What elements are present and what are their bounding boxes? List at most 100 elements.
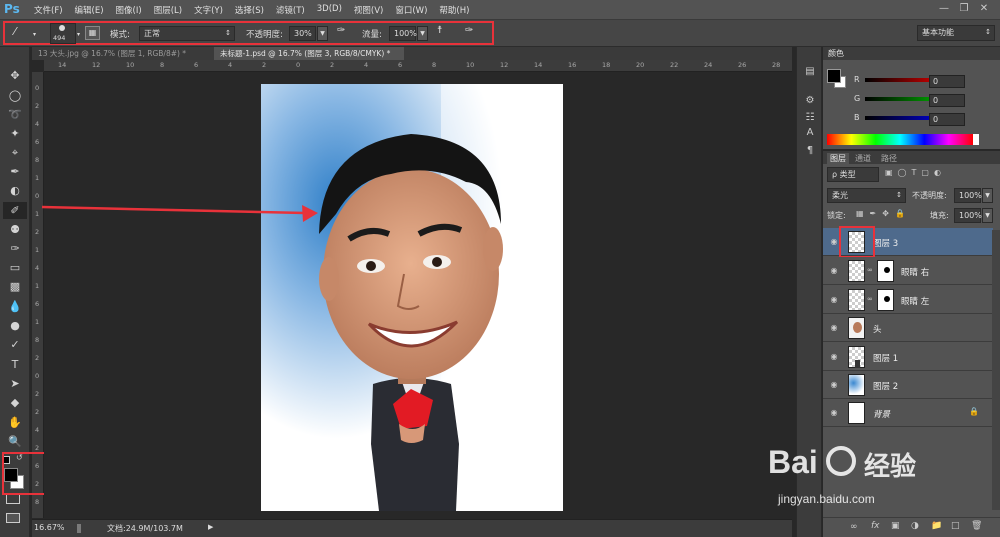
properties-panel-icon[interactable]: ⚙ bbox=[800, 92, 820, 109]
workspace-select[interactable]: 基本功能 ↕ bbox=[917, 25, 995, 41]
fill-dropdown-icon[interactable]: ▼ bbox=[982, 208, 993, 223]
layer-row-eye-left[interactable]: ◉ ∞ 眼睛 左 bbox=[823, 286, 993, 314]
layer-name[interactable]: 图层 3 bbox=[873, 237, 898, 249]
new-layer-icon[interactable]: □ bbox=[951, 521, 960, 531]
screen-mode-icon[interactable] bbox=[6, 513, 20, 523]
zoom-tool-icon[interactable]: 🔍 bbox=[3, 433, 27, 450]
eye-icon[interactable]: ◉ bbox=[829, 408, 839, 418]
eye-icon[interactable]: ◉ bbox=[829, 380, 839, 390]
layer-opacity-input[interactable]: 100% bbox=[954, 188, 982, 203]
clone-stamp-tool-icon[interactable]: ⚉ bbox=[3, 221, 27, 238]
eye-icon[interactable]: ◉ bbox=[829, 295, 839, 305]
layer-name[interactable]: 眼睛 右 bbox=[901, 266, 929, 278]
path-select-tool-icon[interactable]: ➤ bbox=[3, 375, 27, 392]
menu-edit[interactable]: 编辑(E) bbox=[69, 4, 110, 16]
tab-13-datou[interactable]: 13 大头.jpg @ 16.7% (图层 1, RGB/8#) * bbox=[32, 47, 212, 60]
color-spectrum-ramp[interactable] bbox=[827, 134, 973, 145]
lasso-tool-icon[interactable]: ➰ bbox=[3, 106, 27, 123]
blend-mode-select[interactable]: 柔光 ↕ bbox=[827, 188, 906, 203]
group-icon[interactable]: 📁 bbox=[931, 521, 942, 531]
history-panel-icon[interactable]: ▤ bbox=[800, 63, 820, 80]
menu-select[interactable]: 选择(S) bbox=[229, 4, 270, 16]
tab-layers[interactable]: 图层 bbox=[827, 153, 849, 164]
brush-panel-toggle-icon[interactable]: ▦ bbox=[85, 26, 100, 40]
eye-icon[interactable]: ◉ bbox=[829, 266, 839, 276]
pen-tool-icon[interactable]: ✓ bbox=[3, 336, 27, 353]
tab-paths[interactable]: 路径 bbox=[881, 153, 897, 164]
menu-view[interactable]: 视图(V) bbox=[348, 4, 389, 16]
eye-icon[interactable]: ◉ bbox=[829, 323, 839, 333]
mask-icon[interactable]: ▣ bbox=[891, 521, 900, 531]
minimize-icon[interactable]: — bbox=[936, 2, 952, 16]
g-value[interactable]: 0 bbox=[929, 94, 965, 107]
menu-image[interactable]: 图像(I) bbox=[110, 4, 148, 16]
tab-channels[interactable]: 通道 bbox=[855, 153, 871, 164]
menu-filter[interactable]: 滤镜(T) bbox=[270, 4, 311, 16]
gradient-tool-icon[interactable]: ▩ bbox=[3, 278, 27, 295]
document-canvas[interactable] bbox=[261, 84, 563, 511]
brush-size-picker[interactable]: 494 bbox=[50, 23, 76, 44]
zoom-level[interactable]: 16.67% bbox=[34, 523, 65, 532]
eyedropper-tool-icon[interactable]: ✒ bbox=[3, 163, 27, 180]
color-panel-header[interactable]: 颜色 bbox=[823, 47, 1000, 60]
brush-tool-icon[interactable]: ✐ bbox=[3, 202, 27, 219]
chevron-down-icon[interactable]: ▾ bbox=[33, 31, 36, 38]
mode-select[interactable]: 正常 ↕ bbox=[139, 26, 235, 41]
marquee-tool-icon[interactable]: ◯ bbox=[3, 87, 27, 104]
brush-tool-preset-icon[interactable]: ⁄ bbox=[14, 25, 30, 41]
menu-window[interactable]: 窗口(W) bbox=[389, 4, 433, 16]
menu-help[interactable]: 帮助(H) bbox=[433, 4, 475, 16]
paragraph-panel-icon[interactable]: ¶ bbox=[800, 142, 820, 159]
layer-name[interactable]: 背景 bbox=[873, 408, 890, 420]
layers-scrollbar[interactable] bbox=[992, 230, 1000, 510]
r-value[interactable]: 0 bbox=[929, 75, 965, 88]
pressure-size-icon[interactable]: ✑ bbox=[465, 25, 480, 40]
layer-row-eye-right[interactable]: ◉ ∞ 眼睛 右 bbox=[823, 257, 993, 285]
hand-tool-icon[interactable]: ✋ bbox=[3, 414, 27, 431]
layer-name[interactable]: 图层 1 bbox=[873, 352, 898, 364]
link-icon[interactable]: ∞ bbox=[850, 522, 858, 532]
layer-row-1[interactable]: ◉ 图层 1 bbox=[823, 343, 993, 371]
color-fg-swatch[interactable] bbox=[827, 69, 841, 83]
quick-mask-icon[interactable] bbox=[6, 494, 20, 504]
layer-row-background[interactable]: ◉ 背景 🔒 bbox=[823, 399, 993, 427]
menu-file[interactable]: 文件(F) bbox=[28, 4, 69, 16]
quick-select-tool-icon[interactable]: ✦ bbox=[3, 125, 27, 142]
flow-dropdown-icon[interactable]: ▼ bbox=[417, 26, 428, 41]
b-value[interactable]: 0 bbox=[929, 113, 965, 126]
tab-untitled-1[interactable]: 未标题-1.psd @ 16.7% (图层 3, RGB/8/CMYK) * bbox=[214, 47, 404, 60]
menu-type[interactable]: 文字(Y) bbox=[188, 4, 229, 16]
type-tool-icon[interactable]: T bbox=[3, 356, 27, 373]
healing-brush-tool-icon[interactable]: ◐ bbox=[3, 182, 27, 199]
trash-icon[interactable]: 🗑 bbox=[971, 521, 982, 531]
layer-row-head[interactable]: ◉ 头 bbox=[823, 314, 993, 342]
flow-input[interactable]: 100% bbox=[389, 26, 417, 41]
fx-icon[interactable]: fx bbox=[871, 521, 880, 531]
history-brush-tool-icon[interactable]: ✑ bbox=[3, 240, 27, 257]
move-tool-icon[interactable]: ✥ bbox=[3, 67, 27, 84]
blur-tool-icon[interactable]: 💧 bbox=[3, 298, 27, 315]
layer-filter-select[interactable]: ρ 类型 bbox=[827, 167, 879, 182]
layer-name[interactable]: 头 bbox=[873, 323, 882, 335]
restore-icon[interactable]: ❐ bbox=[956, 2, 972, 16]
opacity-input[interactable]: 30% bbox=[289, 26, 316, 41]
eye-icon[interactable]: ◉ bbox=[829, 237, 839, 247]
status-menu-arrow-icon[interactable]: ▶ bbox=[208, 523, 213, 531]
character-panel-icon[interactable]: A bbox=[800, 124, 820, 141]
dodge-tool-icon[interactable]: ● bbox=[3, 317, 27, 334]
shape-tool-icon[interactable]: ◆ bbox=[3, 394, 27, 411]
crop-tool-icon[interactable]: ⌖ bbox=[3, 144, 27, 161]
fill-input[interactable]: 100% bbox=[954, 208, 982, 223]
layer-filter-icons[interactable]: ▣◯T▢◐ bbox=[885, 168, 946, 177]
chevron-down-icon[interactable]: ▾ bbox=[77, 31, 80, 38]
eraser-tool-icon[interactable]: ▭ bbox=[3, 259, 27, 276]
layer-name[interactable]: 图层 2 bbox=[873, 380, 898, 392]
layer-row-2[interactable]: ◉ 图层 2 bbox=[823, 371, 993, 399]
close-icon[interactable]: ✕ bbox=[976, 2, 992, 16]
menu-layer[interactable]: 图层(L) bbox=[148, 4, 188, 16]
spectrum-white[interactable] bbox=[973, 134, 979, 145]
airbrush-icon[interactable]: ☨ bbox=[437, 25, 452, 40]
layer-name[interactable]: 眼睛 左 bbox=[901, 295, 929, 307]
opacity-dropdown-icon[interactable]: ▼ bbox=[317, 26, 328, 41]
lock-icons[interactable]: ▦✒✥🔒 bbox=[856, 209, 911, 218]
